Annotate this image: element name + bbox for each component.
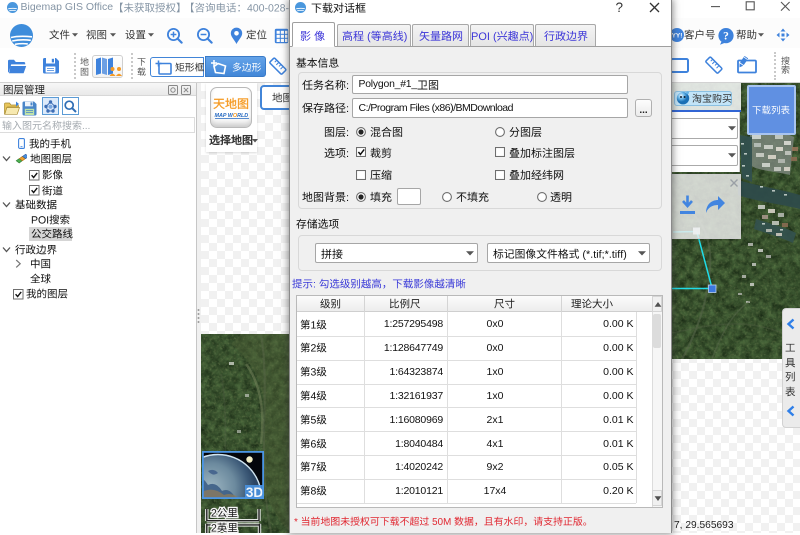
svg-text:?: ? (723, 30, 729, 42)
svg-text:YY!: YY! (671, 32, 682, 39)
svg-text:3D: 3D (246, 485, 264, 499)
